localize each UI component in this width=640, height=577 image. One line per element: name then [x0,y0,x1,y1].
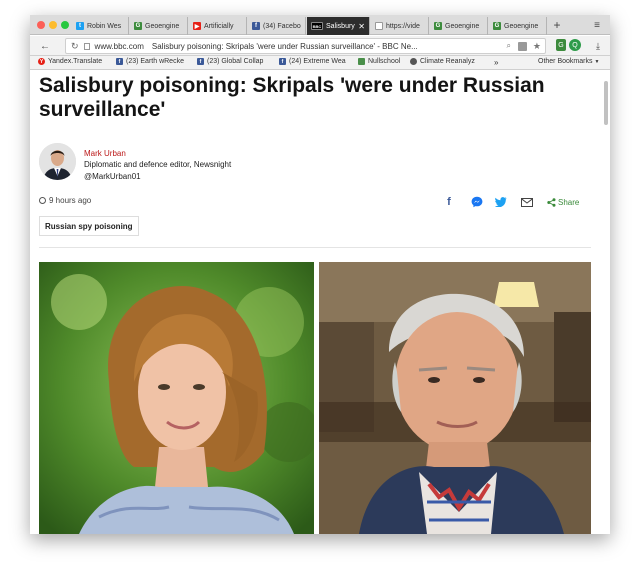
photo-woman-graphic [39,262,314,534]
geoengineering-icon: G [434,22,442,30]
tab-label: https://vide [386,22,420,30]
bookmarks-bar: Y Yandex.Translate f (23) Earth wRecke f… [30,56,610,70]
clock-icon [39,197,46,204]
new-tab-button[interactable]: + [550,17,564,33]
article-headline: Salisbury poisoning: Skripals 'were unde… [39,74,545,121]
bookmark-label: Climate Reanalyz [420,58,475,65]
address-bar[interactable]: ↻ www.bbc.com Salisbury poisoning: Skrip… [65,38,546,54]
content-divider [39,247,591,248]
reader-mode-icon[interactable] [518,41,527,51]
bookmark-global-collapse[interactable]: f (23) Global Collap [197,58,263,65]
page-info-icon[interactable] [83,42,90,50]
page-content: Salisbury poisoning: Skripals 'were unde… [30,71,610,534]
page-icon [375,22,383,30]
facebook-icon: f [279,58,286,65]
facebook-icon: f [252,22,260,30]
climate-reanalyzer-icon [410,58,417,65]
nullschool-icon [358,58,365,65]
url-page-title: Salisbury poisoning: Skripals 'were unde… [151,41,418,51]
share-icon [547,197,556,207]
bookmark-climate-reanalyzer[interactable]: Climate Reanalyz [410,58,475,65]
chevron-down-icon: ▼ [594,58,600,65]
youtube-icon: ▶ [193,22,201,30]
facebook-icon: f [116,58,123,65]
bookmark-earth-wrecked[interactable]: f (23) Earth wRecke [116,58,184,65]
tab-geoengineering-1[interactable]: G Geoengine [130,17,188,35]
tab-geoengineering-3[interactable]: G Geoengine [489,17,547,35]
article-photo-man [319,262,591,534]
download-icon[interactable]: ⤓ [592,39,604,53]
tab-geoengineering-2[interactable]: G Geoengine [430,17,488,35]
photo-man-graphic [319,262,591,534]
search-icon[interactable]: ⌕ [507,41,511,51]
reload-icon[interactable]: ↻ [71,41,79,52]
bookmark-star-icon[interactable]: ★ [533,41,541,52]
tab-facebook[interactable]: f (34) Facebo [248,17,306,35]
bookmark-nullschool[interactable]: Nullschool [358,58,400,65]
browser-window: t Robin Wes G Geoengine ▶ Artificially f… [30,15,610,534]
bookmark-extreme-weather[interactable]: f (24) Extreme Wea [279,58,346,65]
vertical-scrollbar[interactable] [604,81,608,125]
minimize-window-button[interactable] [49,21,57,29]
other-bookmarks-button[interactable]: Other Bookmarks ▼ [538,58,599,65]
bookmark-label: (23) Earth wRecke [126,58,184,65]
close-window-button[interactable] [37,21,45,29]
author-name[interactable]: Mark Urban [84,149,126,158]
facebook-icon: f [197,58,204,65]
tab-label: Geoengine [145,22,180,30]
bookmark-label: (23) Global Collap [207,58,264,65]
back-arrow-icon[interactable]: ← [38,39,52,53]
author-avatar [39,143,76,180]
bookmark-label: (24) Extreme Wea [289,58,346,65]
facebook-share-icon[interactable]: f [444,195,454,209]
tab-label: Geoengine [504,22,539,30]
tab-artificially[interactable]: ▶ Artificially [189,17,247,35]
zoom-window-button[interactable] [61,21,69,29]
tab-label: Salisbury [326,22,355,30]
hamburger-menu-icon[interactable]: ≡ [590,17,604,33]
share-label: Share [558,197,580,207]
author-twitter-handle[interactable]: @MarkUrban01 [84,172,141,181]
email-share-icon[interactable] [520,195,534,209]
geoengineering-icon: G [134,22,142,30]
tab-label: Artificially [204,22,234,30]
share-button[interactable]: Share [547,195,579,209]
geoengineering-icon: G [493,22,501,30]
tab-label: Geoengine [445,22,480,30]
twitter-icon: t [76,22,84,30]
navigation-toolbar: ← ↻ www.bbc.com Salisbury poisoning: Skr… [30,36,610,56]
twitter-share-icon[interactable] [494,195,508,209]
bookmarks-overflow-chevron-icon[interactable]: » [494,58,498,67]
extension-icon[interactable]: Q [569,39,581,51]
yandex-icon: Y [38,58,45,65]
bbc-icon: BBC [311,22,323,30]
timestamp: 9 hours ago [39,196,91,205]
topic-tag-button[interactable]: Russian spy poisoning [39,216,139,236]
article-photo-woman [39,262,314,534]
author-role: Diplomatic and defence editor, Newsnight [84,160,232,169]
bookmark-yandex[interactable]: Y Yandex.Translate [38,58,102,65]
tab-salisbury-active[interactable]: BBC Salisbury ✕ [307,17,370,35]
messenger-share-icon[interactable] [470,195,484,209]
extension-icon[interactable]: G [556,39,566,51]
author-portrait-graphic [39,143,76,180]
tab-label: Robin Wes [87,22,122,30]
tab-video-link[interactable]: https://vide [371,17,429,35]
tab-robin-wes[interactable]: t Robin Wes [72,17,129,35]
bookmark-label: Yandex.Translate [48,58,103,65]
tab-label: (34) Facebo [263,22,301,30]
url-host: www.bbc.com [94,41,144,51]
timestamp-text: 9 hours ago [49,196,92,205]
bookmark-label: Nullschool [368,58,401,65]
close-tab-icon[interactable]: ✕ [358,22,365,31]
other-bookmarks-label: Other Bookmarks [538,58,593,65]
tab-strip: t Robin Wes G Geoengine ▶ Artificially f… [30,15,610,35]
